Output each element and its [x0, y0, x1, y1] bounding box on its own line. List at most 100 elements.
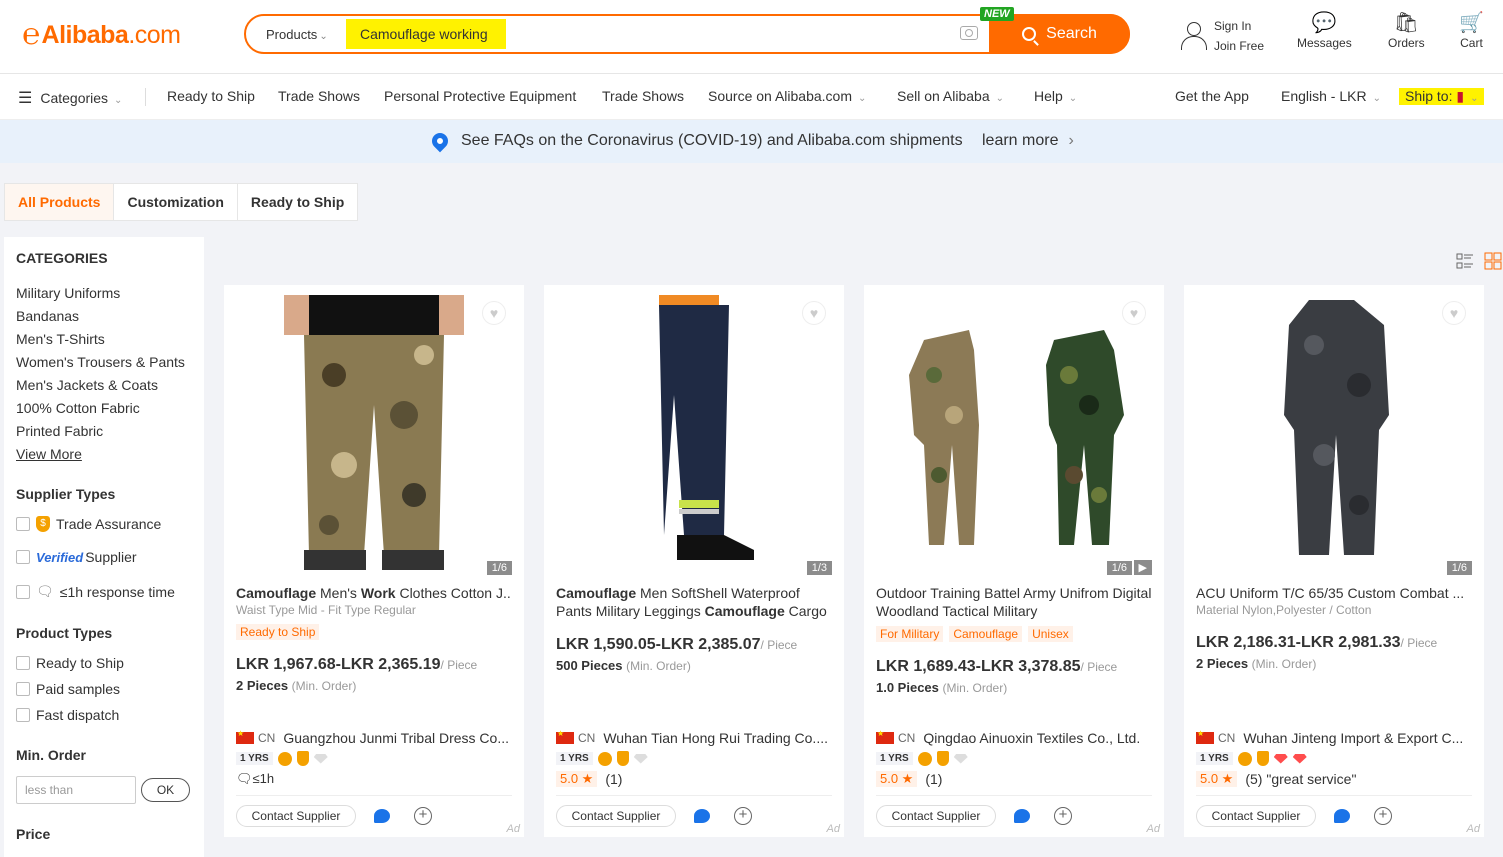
messages-button[interactable]: 💬 Messages [1297, 12, 1352, 50]
camera-icon[interactable] [960, 26, 978, 40]
filter-fast-dispatch[interactable]: Fast dispatch [16, 707, 119, 723]
rating-score: 5.0 ★ [876, 771, 918, 787]
logo-domain: .com [128, 20, 181, 49]
checkbox[interactable] [16, 550, 30, 564]
contact-supplier-button[interactable]: Contact Supplier [1196, 805, 1316, 827]
product-title[interactable]: Outdoor Training Battel Army Unifrom Dig… [876, 584, 1152, 620]
category-item[interactable]: Women's Trousers & Pants [16, 354, 185, 370]
nav-source[interactable]: Source on Alibaba.com ⌄ [708, 88, 866, 104]
review-count: (1) [605, 771, 623, 787]
product-image[interactable]: ♥ 1/3 [554, 295, 834, 575]
add-compare-icon[interactable]: + [1054, 807, 1072, 825]
nav-trade-shows-2[interactable]: Trade Shows [602, 88, 684, 104]
favorite-heart-icon[interactable]: ♥ [482, 301, 506, 325]
ad-label: Ad [826, 823, 840, 835]
min-order-ok-button[interactable]: OK [141, 778, 190, 802]
filter-trade-assurance[interactable]: $ Trade Assurance [16, 516, 161, 532]
filter-response-time[interactable]: 🗨 ≤1h response time [16, 583, 175, 600]
image-count: 1/6 [486, 561, 512, 575]
gold-supplier-icon [1237, 751, 1252, 766]
add-compare-icon[interactable]: + [734, 807, 752, 825]
nav-trade-shows[interactable]: Trade Shows [278, 88, 360, 104]
tab-ready-to-ship[interactable]: Ready to Ship [238, 184, 357, 220]
product-price: LKR 1,967.68-LKR 2,365.19/ Piece [236, 656, 478, 673]
product-card[interactable]: ♥ 1/6 ▶ Outdoor Training Battel Army Uni… [864, 285, 1164, 837]
grid-view-icon[interactable] [1484, 252, 1502, 270]
view-more-link[interactable]: View More [16, 446, 82, 462]
nav-categories[interactable]: ☰ Categories ⌄ [18, 88, 122, 108]
product-card[interactable]: ♥ 1/3 Camouflage Men SoftShell Waterproo… [544, 285, 844, 837]
search-input[interactable]: Camouflage working [346, 19, 506, 49]
product-card[interactable]: ♥ 1/6 ACU Uniform T/C 65/35 Custom Comba… [1184, 285, 1484, 837]
contact-supplier-button[interactable]: Contact Supplier [556, 805, 676, 827]
checkbox[interactable] [16, 517, 30, 531]
product-title[interactable]: ACU Uniform T/C 65/35 Custom Combat ... [1196, 584, 1472, 602]
get-app-link[interactable]: Get the App [1175, 88, 1249, 104]
trade-assurance-icon [936, 751, 949, 766]
language-select[interactable]: English - LKR ⌄ [1281, 88, 1381, 104]
filter-paid-samples[interactable]: Paid samples [16, 681, 120, 697]
cart-icon: 🛒 [1459, 12, 1484, 34]
product-image[interactable]: ♥ 1/6 [1194, 295, 1474, 575]
supplier-name[interactable]: CNWuhan Jinteng Import & Export C... [1196, 730, 1474, 746]
learn-more-link[interactable]: learn more › [982, 132, 1074, 150]
category-item[interactable]: Men's Jackets & Coats [16, 377, 158, 393]
min-order: 1.0 Pieces (Min. Order) [876, 680, 1008, 695]
nav-ppe[interactable]: Personal Protective Equipment [384, 88, 576, 104]
product-image[interactable]: ♥ 1/6 ▶ [874, 295, 1154, 575]
chat-icon[interactable] [1014, 809, 1030, 823]
orders-button[interactable]: 🛍 Orders [1388, 12, 1425, 50]
favorite-heart-icon[interactable]: ♥ [1122, 301, 1146, 325]
logo-brand: Alibaba [41, 20, 129, 49]
category-item[interactable]: Printed Fabric [16, 423, 103, 439]
checkbox[interactable] [16, 656, 30, 670]
add-compare-icon[interactable]: + [414, 807, 432, 825]
category-item[interactable]: Men's T-Shirts [16, 331, 105, 347]
filter-ready-to-ship[interactable]: Ready to Ship [16, 655, 124, 671]
diamond-icon [1273, 753, 1288, 764]
filter-verified-supplier[interactable]: Verified Supplier [16, 549, 137, 565]
product-image[interactable]: ♥ 1/6 [234, 295, 514, 575]
divider [876, 795, 1152, 796]
category-item[interactable]: Bandanas [16, 308, 79, 324]
chat-icon[interactable] [374, 809, 390, 823]
tab-all-products[interactable]: All Products [5, 184, 115, 220]
checkbox[interactable] [16, 708, 30, 722]
sign-in-area[interactable]: Sign In Join Free [1180, 16, 1264, 56]
checkbox[interactable] [16, 584, 30, 599]
favorite-heart-icon[interactable]: ♥ [802, 301, 826, 325]
nav-ready-to-ship[interactable]: Ready to Ship [167, 88, 255, 104]
sign-in-link[interactable]: Sign In [1214, 16, 1264, 36]
category-item[interactable]: Military Uniforms [16, 285, 120, 301]
product-card[interactable]: ♥ 1/6 Camouflage Men's Work Clothes Cott… [224, 285, 524, 837]
ship-to-select[interactable]: Ship to: ▮ ⌄ [1399, 88, 1485, 105]
product-title[interactable]: Camouflage Men SoftShell Waterproof Pant… [556, 584, 832, 620]
video-play-icon[interactable]: ▶ [1133, 560, 1152, 575]
chat-icon[interactable] [694, 809, 710, 823]
checkbox[interactable] [16, 682, 30, 696]
contact-supplier-button[interactable]: Contact Supplier [236, 805, 356, 827]
min-order-input[interactable]: less than [16, 776, 136, 804]
list-view-icon[interactable] [1456, 252, 1474, 270]
tag: Camouflage [949, 626, 1023, 642]
cart-button[interactable]: 🛒 Cart [1459, 12, 1484, 50]
years-badge: 1 YRS [876, 752, 913, 765]
supplier-name[interactable]: CNQingdao Ainuoxin Textiles Co., Ltd. [876, 730, 1154, 746]
add-compare-icon[interactable]: + [1374, 807, 1392, 825]
search-button-label: Search [1046, 25, 1097, 42]
category-item[interactable]: 100% Cotton Fabric [16, 400, 140, 416]
banner-message: See FAQs on the Coronavirus (COVID-19) a… [461, 132, 963, 149]
supplier-name[interactable]: CNWuhan Tian Hong Rui Trading Co.... [556, 730, 834, 746]
product-title[interactable]: Camouflage Men's Work Clothes Cotton J..… [236, 584, 512, 602]
search-category-select[interactable]: Products ⌄ [266, 27, 328, 42]
tab-customization[interactable]: Customization [114, 184, 238, 220]
nav-sell[interactable]: Sell on Alibaba ⌄ [897, 88, 1004, 104]
favorite-heart-icon[interactable]: ♥ [1442, 301, 1466, 325]
join-free-link[interactable]: Join Free [1214, 36, 1264, 56]
alibaba-logo[interactable]: ℮ Alibaba .com [22, 18, 181, 52]
chat-icon[interactable] [1334, 809, 1350, 823]
product-attributes: Waist Type Mid - Fit Type Regular [236, 603, 416, 617]
nav-help[interactable]: Help ⌄ [1034, 88, 1077, 104]
supplier-name[interactable]: CNGuangzhou Junmi Tribal Dress Co... [236, 730, 514, 746]
contact-supplier-button[interactable]: Contact Supplier [876, 805, 996, 827]
